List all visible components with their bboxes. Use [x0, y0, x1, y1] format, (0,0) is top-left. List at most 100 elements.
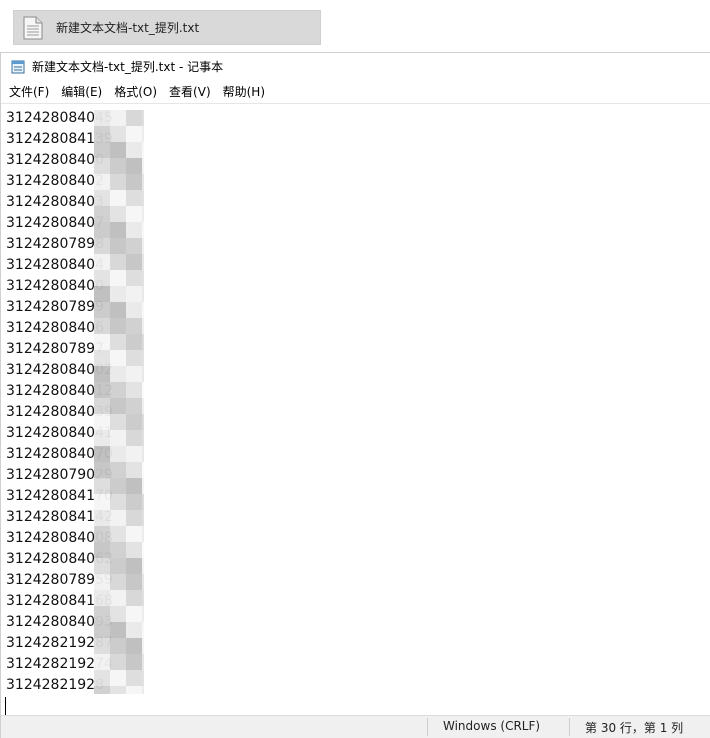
redaction-block [94, 286, 110, 302]
redaction-block [142, 318, 144, 334]
redaction-block [94, 478, 110, 494]
redaction-block [94, 318, 110, 334]
redaction-block [126, 350, 142, 366]
redaction-block [126, 590, 142, 606]
redaction-block [142, 222, 144, 238]
status-bar: Windows (CRLF) 第 30 行，第 1 列 [1, 715, 710, 738]
redaction-block [126, 222, 142, 238]
redaction-block [94, 526, 110, 542]
redaction-block [94, 494, 110, 510]
redaction-block [126, 414, 142, 430]
redaction-block [142, 622, 144, 638]
redaction-block [110, 142, 126, 158]
redaction-block [110, 414, 126, 430]
window-title: 新建文本文档-txt_提列.txt - 记事本 [32, 59, 224, 74]
redaction-block [142, 206, 144, 222]
menu-file[interactable]: 文件(F) [3, 82, 55, 102]
redaction-block [94, 270, 110, 286]
redaction-block [142, 254, 144, 270]
redaction-block [142, 670, 144, 686]
text-editor[interactable]: 312428084045 312428084139 31242808400 31242… [1, 103, 710, 718]
redaction-block [126, 366, 142, 382]
redaction-block [110, 478, 126, 494]
redaction-block [142, 174, 144, 190]
redaction-block [142, 542, 144, 558]
redaction-block [126, 398, 142, 414]
redaction-block [126, 302, 142, 318]
redaction-block [142, 110, 144, 126]
redaction-block [126, 622, 142, 638]
redaction-block [94, 686, 110, 694]
redaction-block [126, 270, 142, 286]
redaction-block [142, 446, 144, 462]
redaction-block [110, 110, 126, 126]
redaction-block [126, 110, 142, 126]
redaction-block [94, 542, 110, 558]
redaction-block [94, 174, 110, 190]
redaction-block [110, 574, 126, 590]
redaction-block [94, 398, 110, 414]
redaction-block [126, 142, 142, 158]
redaction-block [110, 622, 126, 638]
redaction-block [126, 478, 142, 494]
redaction-block [126, 206, 142, 222]
redaction-block [110, 638, 126, 654]
redaction-block [142, 494, 144, 510]
redaction-block [142, 366, 144, 382]
redaction-block [110, 206, 126, 222]
menu-edit[interactable]: 编辑(E) [55, 82, 108, 102]
redaction-block [110, 510, 126, 526]
redaction-block [110, 190, 126, 206]
redaction-block [110, 366, 126, 382]
redaction-block [94, 366, 110, 382]
redaction-block [110, 446, 126, 462]
redaction-block [110, 270, 126, 286]
redaction-block [94, 350, 110, 366]
file-tile-name: 新建文本文档-txt_提列.txt [56, 21, 200, 35]
menu-view[interactable]: 查看(V) [163, 82, 217, 102]
file-tile[interactable]: 新建文本文档-txt_提列.txt [13, 10, 321, 45]
redaction-block [142, 606, 144, 622]
redaction-block [142, 238, 144, 254]
redaction-block [110, 526, 126, 542]
menu-format[interactable]: 格式(O) [108, 82, 163, 102]
redaction-block [126, 254, 142, 270]
redaction-block [94, 238, 110, 254]
redaction-block [142, 382, 144, 398]
redaction-block [142, 126, 144, 142]
redaction-block [142, 638, 144, 654]
status-separator [427, 718, 428, 736]
redaction-block [126, 334, 142, 350]
redaction-block [94, 334, 110, 350]
redaction-block [142, 590, 144, 606]
redaction-block [110, 670, 126, 686]
redaction-block [142, 398, 144, 414]
text-caret [5, 697, 6, 715]
redaction-block [142, 574, 144, 590]
redaction-block [110, 302, 126, 318]
redaction-block [142, 430, 144, 446]
redaction-block [142, 654, 144, 670]
redaction-block [94, 606, 110, 622]
redaction-overlay [94, 110, 144, 694]
redaction-block [94, 414, 110, 430]
redaction-block [126, 606, 142, 622]
redaction-block [94, 110, 110, 126]
redaction-block [110, 462, 126, 478]
redaction-block [94, 158, 110, 174]
redaction-block [94, 190, 110, 206]
menu-help[interactable]: 帮助(H) [217, 82, 271, 102]
redaction-block [94, 654, 110, 670]
redaction-block [94, 670, 110, 686]
redaction-block [142, 270, 144, 286]
redaction-block [94, 638, 110, 654]
redaction-block [126, 382, 142, 398]
title-bar: 新建文本文档-txt_提列.txt - 记事本 [1, 53, 710, 79]
redaction-block [142, 462, 144, 478]
redaction-block [126, 446, 142, 462]
redaction-block [126, 238, 142, 254]
redaction-block [110, 238, 126, 254]
redaction-block [142, 526, 144, 542]
redaction-block [126, 542, 142, 558]
status-encoding: Windows (CRLF) [443, 719, 541, 733]
